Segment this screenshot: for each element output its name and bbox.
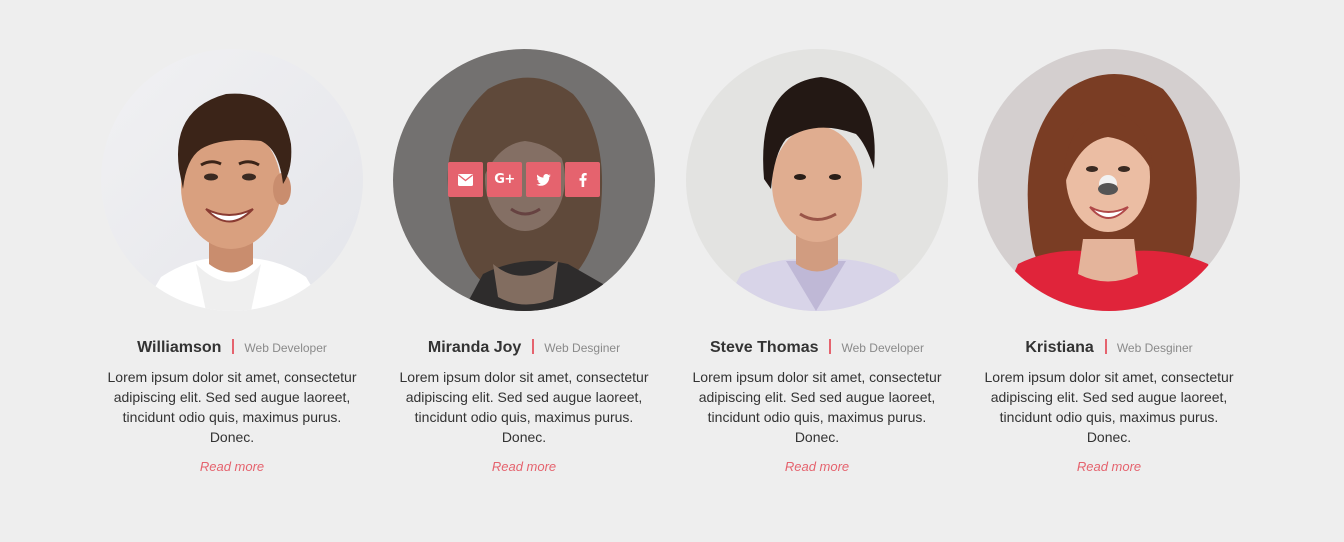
name-divider [532, 339, 535, 354]
member-name: Steve Thomas [710, 339, 819, 356]
member-heading: Kristiana Web Desginer [974, 336, 1244, 360]
member-photo[interactable] [101, 49, 363, 311]
member-description: Lorem ipsum dolor sit amet, consectetur … [399, 369, 649, 445]
twitter-icon [536, 173, 551, 186]
facebook-icon [579, 172, 587, 187]
social-links: G+ [393, 162, 655, 197]
read-more-link[interactable]: Read more [200, 459, 264, 474]
member-role: Web Desginer [1116, 341, 1193, 355]
read-more-link[interactable]: Read more [492, 459, 556, 474]
member-role: Web Desginer [544, 341, 621, 355]
member-name: Williamson [137, 339, 222, 356]
member-photo[interactable] [978, 49, 1240, 311]
man-smiling-white-shirt-photo [101, 49, 363, 311]
member-photo[interactable] [686, 49, 948, 311]
name-divider [232, 339, 235, 354]
google-plus-icon: G+ [494, 172, 515, 187]
member-role: Web Developer [244, 341, 327, 355]
read-more-link[interactable]: Read more [1077, 459, 1141, 474]
name-divider [829, 339, 832, 354]
woman-auburn-hair-red-top-photo [978, 49, 1240, 311]
read-more-link[interactable]: Read more [785, 459, 849, 474]
member-heading: Steve Thomas Web Developer [682, 336, 952, 360]
member-photo[interactable]: G+ [393, 49, 655, 311]
email-button[interactable] [448, 162, 483, 197]
man-dark-hair-lavender-shirt-photo [686, 49, 948, 311]
team-member-card: Kristiana Web Desginer Lorem ipsum dolor … [974, 49, 1244, 476]
member-name: Miranda Joy [427, 339, 522, 356]
member-heading: Miranda Joy Web Desginer [389, 336, 659, 360]
team-section: Williamson Web Developer Lorem ipsum dolo… [0, 0, 1344, 542]
member-description: Lorem ipsum dolor sit amet, consectetur … [984, 369, 1234, 445]
facebook-button[interactable] [565, 162, 600, 197]
team-member-card: Steve Thomas Web Developer Lorem ipsum do… [682, 49, 952, 476]
twitter-button[interactable] [526, 162, 561, 197]
name-divider [1104, 339, 1107, 354]
member-description: Lorem ipsum dolor sit amet, consectetur … [692, 369, 942, 445]
member-role: Web Developer [841, 341, 924, 355]
envelope-icon [458, 173, 473, 186]
team-member-card: Williamson Web Developer Lorem ipsum dolo… [97, 49, 367, 476]
member-description: Lorem ipsum dolor sit amet, consectetur … [107, 369, 357, 445]
member-heading: Williamson Web Developer [97, 336, 367, 360]
google-plus-button[interactable]: G+ [487, 162, 522, 197]
member-name: Kristiana [1025, 339, 1094, 356]
team-member-card: G+ Miranda Joy Web Desginer Lorem ipsum d… [389, 49, 659, 476]
